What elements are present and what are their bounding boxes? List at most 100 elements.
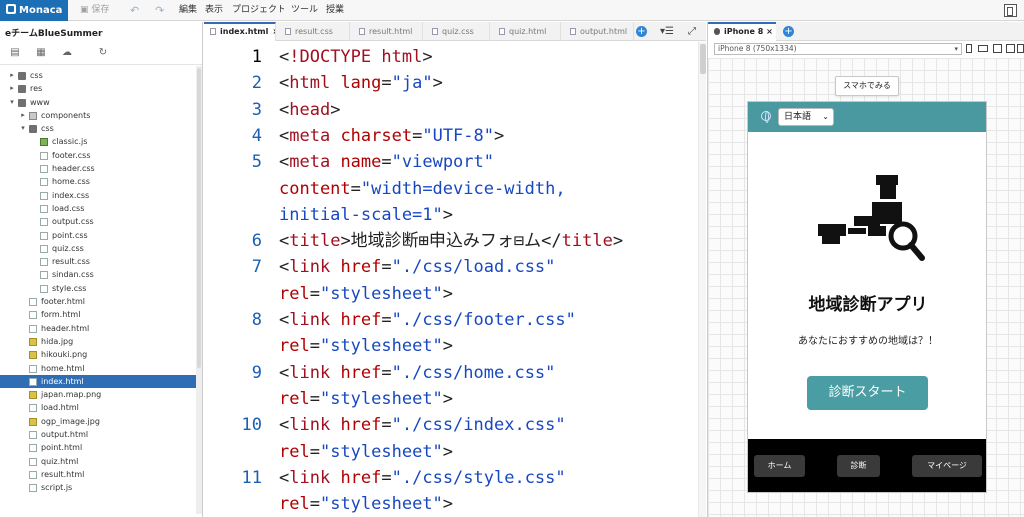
code-token: = — [381, 310, 392, 330]
menu-class[interactable]: 授業 — [326, 0, 346, 21]
code-token: charset — [340, 125, 413, 146]
apple-icon — [714, 28, 720, 35]
footer-home-button[interactable]: ホーム — [754, 455, 805, 477]
tree-item-label: point.html — [41, 443, 83, 453]
tree-file[interactable]: index.css — [0, 189, 196, 202]
menu-edit[interactable]: 編集 — [179, 0, 199, 21]
code-token: < — [279, 362, 290, 383]
chevron-down-icon[interactable]: ▾ — [19, 122, 27, 135]
refresh-icon[interactable]: ↻ — [97, 47, 109, 58]
tree-folder[interactable]: ▸ res — [0, 82, 196, 95]
upload-icon[interactable]: ☁ — [61, 47, 73, 58]
expand-icon[interactable] — [1017, 44, 1024, 53]
code-token: = — [381, 467, 392, 488]
footer-mypage-button[interactable]: マイページ — [912, 455, 982, 477]
tab-iphone8[interactable]: iPhone 8 × — [708, 22, 776, 41]
tree-file[interactable]: output.css — [0, 215, 196, 228]
tab-menu-icon[interactable]: ▾☰ — [660, 26, 674, 37]
tree-file[interactable]: result.css — [0, 255, 196, 268]
editor-scrollbar[interactable] — [698, 42, 706, 517]
menu-project[interactable]: プロジェクト — [232, 0, 284, 21]
tree-file[interactable]: footer.css — [0, 149, 196, 162]
redo-icon[interactable]: ↷ — [155, 0, 167, 21]
chevron-right-icon[interactable]: ▸ — [19, 109, 27, 122]
code-token: href — [340, 257, 382, 278]
undo-icon[interactable]: ↶ — [130, 0, 142, 21]
smartphone-view-button[interactable]: スマホでみる — [835, 76, 899, 96]
code-token: = — [350, 178, 361, 199]
file-icon — [40, 244, 48, 253]
tree-file[interactable]: style.css — [0, 282, 196, 295]
chevron-right-icon[interactable]: ▸ — [8, 82, 16, 95]
device-select[interactable]: iPhone 8 (750x1334) ▾ — [714, 43, 962, 55]
add-tab-icon[interactable]: + — [636, 26, 647, 37]
close-icon[interactable]: × — [272, 27, 275, 36]
code-token: rel — [279, 336, 310, 357]
tree-file[interactable]: quiz.css — [0, 242, 196, 255]
tab-result-css[interactable]: result.css — [277, 22, 350, 41]
portrait-icon[interactable] — [966, 44, 972, 53]
tab-index-html[interactable]: index.html× — [204, 22, 276, 41]
maximize-icon[interactable]: ⤢ — [688, 26, 696, 37]
tree-file[interactable]: result.html — [0, 468, 196, 481]
code-token: title — [561, 231, 613, 252]
tree-file[interactable]: load.html — [0, 401, 196, 414]
tree-file[interactable]: quiz.html — [0, 455, 196, 468]
file-tree-scrollbar[interactable] — [196, 66, 202, 514]
save-button[interactable]: ▣ 保存 — [80, 0, 118, 21]
tab-result-html[interactable]: result.html — [351, 22, 423, 41]
file-icon — [40, 231, 48, 240]
tree-item-label: header.html — [41, 323, 90, 333]
code-token: rel — [279, 283, 310, 304]
menu-view[interactable]: 表示 — [205, 0, 225, 21]
tree-file[interactable]: header.css — [0, 162, 196, 175]
tree-file[interactable]: index.html — [0, 374, 196, 389]
tree-file[interactable]: japan.map.png — [0, 388, 196, 401]
footer-diagnosis-button[interactable]: 診断 — [837, 455, 880, 477]
add-preview-icon[interactable]: + — [783, 26, 794, 37]
start-diagnosis-button[interactable]: 診断スタート — [807, 376, 928, 410]
code-token: > — [330, 99, 341, 120]
tree-item-label: css — [41, 124, 54, 134]
file-icon — [29, 324, 37, 333]
language-select[interactable]: 日本語 ⌄ — [778, 108, 834, 126]
tree-file[interactable]: home.css — [0, 175, 196, 188]
tree-file[interactable]: point.css — [0, 229, 196, 242]
tab-quiz-css[interactable]: quiz.css — [424, 22, 490, 41]
tree-folder[interactable]: ▸ css — [0, 69, 196, 82]
tree-item-label: classic.js — [52, 137, 88, 147]
code-token: "./css/index.css" — [391, 415, 566, 436]
close-icon[interactable]: × — [766, 27, 773, 36]
new-file-icon[interactable]: ▤ — [9, 47, 21, 58]
refresh-preview-icon[interactable] — [1006, 44, 1015, 53]
layout-toggle-icon[interactable] — [1004, 4, 1017, 17]
tab-quiz-html[interactable]: quiz.html — [491, 22, 561, 41]
screenshot-icon[interactable] — [993, 44, 1002, 53]
tree-file[interactable]: classic.js — [0, 135, 196, 148]
chevron-right-icon[interactable]: ▸ — [8, 69, 16, 82]
tree-item-label: sindan.css — [52, 270, 94, 280]
tree-file[interactable]: footer.html — [0, 295, 196, 308]
menu-tools[interactable]: ツール — [291, 0, 318, 21]
tree-file[interactable]: load.css — [0, 202, 196, 215]
tree-file[interactable]: form.html — [0, 308, 196, 321]
tab-output-html[interactable]: output.html — [562, 22, 634, 41]
tree-file[interactable]: hida.jpg — [0, 335, 196, 348]
monaca-logo[interactable]: Monaca — [0, 0, 68, 21]
landscape-icon[interactable] — [978, 45, 988, 52]
chevron-down-icon[interactable]: ▾ — [8, 96, 16, 109]
new-folder-icon[interactable]: ▦ — [35, 47, 47, 58]
tree-file[interactable]: ogp_image.jpg — [0, 415, 196, 428]
tree-file[interactable]: home.html — [0, 362, 196, 375]
tree-folder[interactable]: ▸ components — [0, 109, 196, 122]
tree-file[interactable]: point.html — [0, 441, 196, 454]
tree-file[interactable]: hikouki.png — [0, 348, 196, 361]
line-number: 5 — [251, 152, 262, 173]
tree-folder[interactable]: ▾ css — [0, 122, 196, 135]
tree-file[interactable]: sindan.css — [0, 268, 196, 281]
tree-file[interactable]: output.html — [0, 428, 196, 441]
tree-file[interactable]: header.html — [0, 322, 196, 335]
tree-file[interactable]: script.js — [0, 481, 196, 494]
tree-folder[interactable]: ▾ www — [0, 96, 196, 109]
code-editor[interactable]: 1 2 3 4 5 6 7 8 9 10 11 <!DOCTYPE html> <html lang=… — [204, 42, 706, 517]
